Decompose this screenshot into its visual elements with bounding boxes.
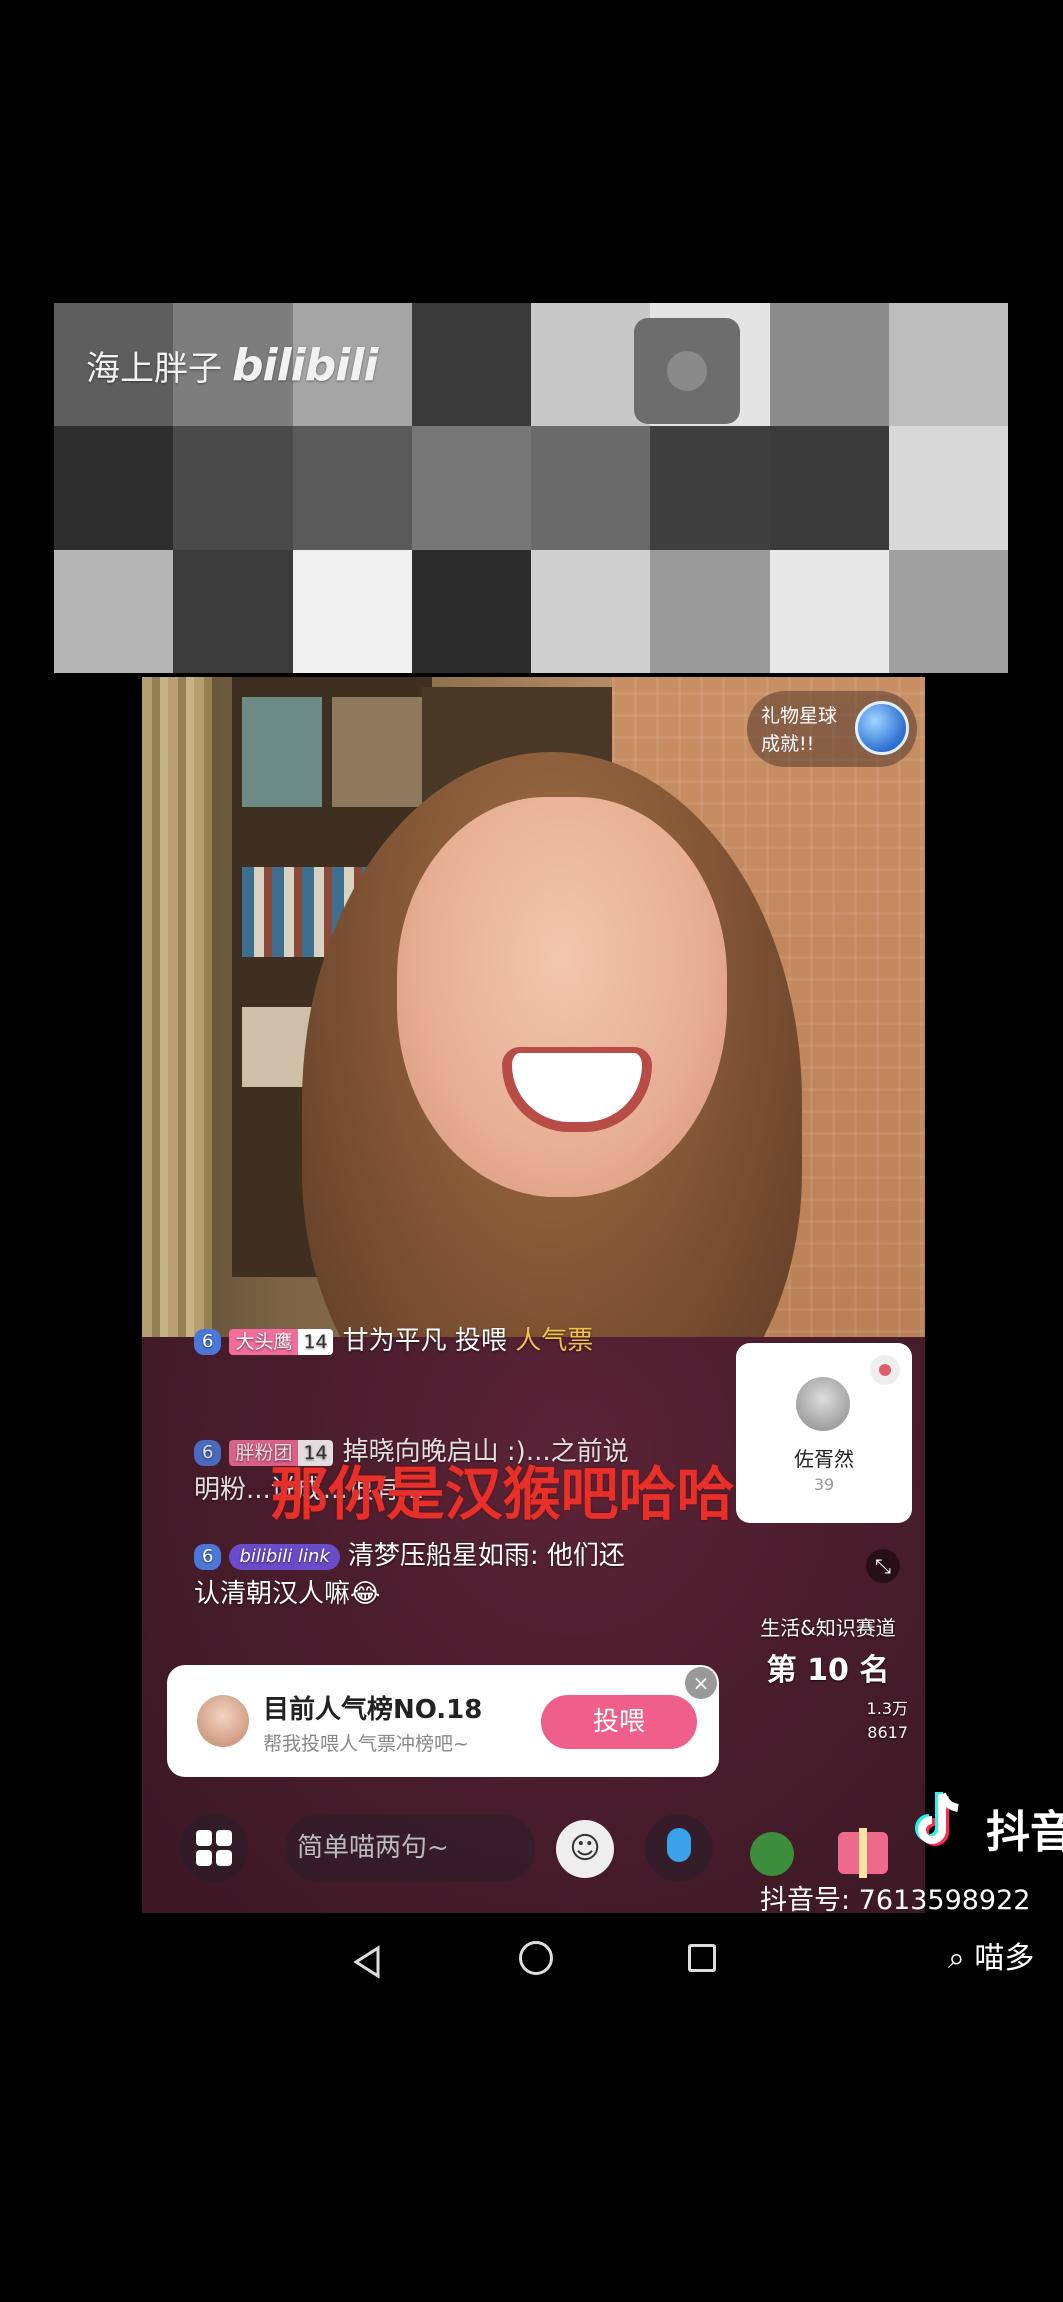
prompt-subtitle: 帮我投喂人气票冲榜吧~ [263,1733,469,1755]
mosaic-tile [411,426,531,550]
user-count: 39 [813,1475,835,1494]
record-icon[interactable] [870,1355,900,1385]
douyin-logo-icon [915,1792,959,1846]
mic-icon[interactable] [645,1814,713,1882]
ranking-number: 10 [807,1653,849,1688]
search-keyword: 喵多 [974,1941,1035,1976]
bilibili-watermark: 海上胖子 bilibili [86,340,378,391]
comment-text-line2: 认清朝汉人嘛😂 [194,1579,381,1609]
bilibili-logo: bilibili [232,340,378,391]
mosaic-tile [888,303,1008,427]
mosaic-tile [54,549,174,673]
comment-text: 清梦压船星如雨: 他们还 [347,1541,625,1571]
gift-planet-subtitle: 成就!! [761,733,815,755]
mosaic-tile [531,303,651,427]
comment-text: 甘为平凡 投喂 [342,1326,516,1356]
douyin-search: ⌕ 喵多 [948,1933,1034,1977]
zongzi-gift-icon[interactable] [750,1832,794,1876]
mosaic-tile [769,549,889,673]
ranking-prefix: 第 [766,1653,797,1688]
mosaic-tile [292,549,412,673]
recent-apps-icon[interactable] [688,1944,716,1972]
mosaic-tile [769,426,889,550]
ranking-stat-2: 8617 [867,1723,908,1742]
ranking-widget[interactable]: 生活&知识赛道 第 10 名 1.3万 8617 [748,1612,908,1745]
gift-planet-badge[interactable]: 礼物星球 成就!! [747,691,917,767]
uploader-name: 海上胖子 [86,349,222,389]
close-icon[interactable]: × [685,1667,717,1699]
search-icon: ⌕ [948,1941,965,1976]
link-badge: bilibili link [229,1543,340,1570]
level-badge: 6 [194,1543,222,1570]
mosaic-tile [292,426,412,550]
mosaic-tile [411,303,531,427]
popularity-prompt: 目前人气榜NO.18 帮我投喂人气票冲榜吧~ 投喂 [167,1665,719,1777]
fan-level: 14 [298,1328,333,1355]
douyin-brand: 抖音 [986,1807,1063,1858]
gift-planet-title: 礼物星球 [761,705,838,727]
expand-icon[interactable]: ⤡ [866,1549,900,1583]
emoji-icon[interactable]: ☺ [556,1820,614,1878]
apps-button[interactable] [180,1814,248,1882]
streamer-avatar [197,1695,249,1747]
ranking-suffix: 名 [859,1653,890,1688]
mosaic-tile [54,426,174,550]
mosaic-tile [888,426,1008,550]
comment-highlight: 人气票 [515,1326,594,1356]
curtain-background [142,677,212,1377]
fan-badge: 大头鹰 [229,1328,299,1355]
mosaic-tile [173,549,293,673]
mosaic-tile [650,426,770,550]
chat-input[interactable]: 简单喵两句~ [285,1814,535,1882]
blurred-avatar [634,318,740,424]
streamer-face [397,797,727,1197]
ranking-category: 生活&知识赛道 [760,1616,896,1640]
prompt-title: 目前人气榜NO.18 [263,1695,483,1725]
mosaic-tile [888,549,1008,673]
back-icon[interactable] [350,1944,386,1980]
mosaic-tile [411,549,531,673]
mosaic-tile [650,549,770,673]
ranking-stat-1: 1.3万 [866,1699,908,1718]
gift-icon[interactable] [838,1828,888,1878]
mosaic-tile [531,426,651,550]
feed-button[interactable]: 投喂 [541,1695,697,1749]
planet-icon [855,701,909,755]
user-name: 佐胥然 [794,1447,854,1471]
douyin-id: 抖音号: 7613598922 [760,1885,1031,1916]
mosaic-tile [531,549,651,673]
avatar [796,1377,850,1431]
ranking-position: 第 10 名 [748,1645,908,1689]
user-card[interactable]: 佐胥然 39 [736,1343,912,1523]
mosaic-tile [769,303,889,427]
mosaic-tile [173,426,293,550]
comment-3: 6 bilibili link 清梦压船星如雨: 他们还 认清朝汉人嘛😂 [194,1537,625,1613]
comment-1: 6 大头鹰 14 甘为平凡 投喂 人气票 [194,1322,593,1360]
level-badge: 6 [194,1328,222,1355]
home-icon[interactable] [519,1941,553,1975]
